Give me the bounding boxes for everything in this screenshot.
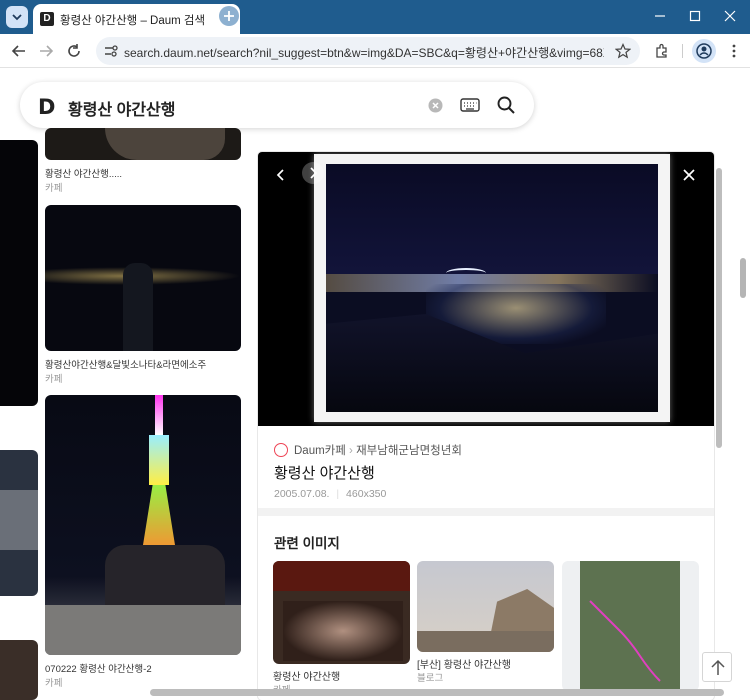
related-caption-1[interactable]: 황령산 야간산행 [273, 668, 340, 683]
result-source-1: 카페 [45, 183, 63, 194]
address-bar[interactable]: search.daum.net/search?nil_suggest=btn&w… [96, 37, 640, 65]
date-divider: | [336, 488, 340, 500]
extensions-icon[interactable] [653, 42, 671, 60]
cafe-logo-icon [274, 443, 288, 457]
viewer-date-size: 2005.07.08. | 460x350 [274, 488, 386, 500]
search-box[interactable]: D 황령산 야간산행 [20, 82, 534, 128]
viewer-size: 460x350 [346, 488, 387, 500]
next-arrow-icon [310, 167, 318, 179]
close-window-icon[interactable] [722, 8, 738, 24]
new-tab-button[interactable] [219, 6, 239, 26]
map-route-graphic [589, 600, 661, 682]
more-icon[interactable] [725, 42, 743, 60]
viewer-close-icon[interactable] [678, 164, 700, 186]
related-thumb-1[interactable] [273, 561, 410, 664]
result-thumb-2[interactable] [45, 205, 241, 351]
back-icon[interactable] [10, 42, 28, 60]
result-thumb-cutoff-3[interactable] [0, 640, 38, 700]
tab-search-icon[interactable] [6, 6, 28, 28]
next-arrow-button[interactable] [302, 162, 324, 184]
result-thumb-cutoff-1[interactable] [0, 140, 38, 406]
result-source-3: 카페 [45, 678, 63, 689]
page-viewport: D 황령산 야간산행 황령산 야간산행..... 카페 황령산야간산행&달빛소나… [0, 68, 750, 700]
tab-strip: D 황령산 야간산행 – Daum 검색 [0, 0, 750, 34]
viewer-title[interactable]: 황령산 야간산행 [274, 462, 375, 483]
search-input[interactable]: 황령산 야간산행 [68, 96, 176, 120]
viewer-photo-frame [314, 154, 670, 422]
viewer-scrollbar[interactable] [716, 168, 722, 448]
bookmark-star-icon[interactable] [615, 43, 631, 59]
result-thumb-3[interactable] [45, 395, 241, 655]
maximize-icon[interactable] [687, 8, 703, 24]
result-thumb-1[interactable] [45, 128, 241, 160]
source-name[interactable]: 재부남해군남면청년회 [356, 445, 462, 457]
profile-icon[interactable] [692, 39, 716, 63]
result-caption-2[interactable]: 황령산야간산행&달빛소나타&라면에소주 [45, 357, 206, 371]
scroll-top-button[interactable] [702, 652, 732, 682]
minimize-icon[interactable] [652, 8, 668, 24]
daum-logo[interactable]: D [38, 95, 55, 119]
keyboard-icon[interactable] [460, 97, 480, 113]
related-caption-2[interactable]: [부산] 황령산 야간산행 [417, 656, 511, 671]
page-scrollbar[interactable] [740, 258, 746, 298]
viewer-stage [258, 152, 714, 426]
forward-icon[interactable] [37, 42, 55, 60]
viewer-date: 2005.07.08. [274, 488, 330, 500]
related-source-2: 블로그 [417, 673, 444, 684]
result-caption-3[interactable]: 070222 황령산 야간산행-2 [45, 661, 152, 675]
section-divider [258, 508, 714, 516]
source-separator: › [349, 445, 353, 457]
toolbar-divider [682, 44, 683, 58]
search-icon[interactable] [496, 95, 516, 115]
related-heading: 관련 이미지 [274, 536, 340, 551]
clear-icon[interactable] [428, 98, 443, 113]
plus-icon [224, 11, 234, 21]
viewer-photo[interactable] [326, 164, 658, 412]
viewer-source[interactable]: Daum카페 › 재부남해군남면청년회 [274, 442, 462, 458]
url-text: search.daum.net/search?nil_suggest=btn&w… [124, 46, 604, 60]
related-thumb-3[interactable] [562, 561, 699, 691]
result-source-2: 카페 [45, 374, 63, 385]
source-site[interactable]: Daum카페 [294, 445, 346, 457]
image-viewer: Daum카페 › 재부남해군남면청년회 황령산 야간산행 2005.07.08.… [258, 152, 714, 700]
site-info-icon[interactable] [103, 43, 119, 59]
daum-favicon-icon: D [40, 12, 54, 26]
related-thumb-2[interactable] [417, 561, 554, 652]
result-caption-1[interactable]: 황령산 야간산행..... [45, 166, 122, 180]
arrow-up-icon [711, 659, 725, 675]
browser-toolbar: search.daum.net/search?nil_suggest=btn&w… [0, 34, 750, 68]
prev-arrow-icon[interactable] [270, 164, 292, 186]
active-tab[interactable]: D 황령산 야간산행 – Daum 검색 [33, 4, 240, 34]
result-thumb-cutoff-2[interactable] [0, 450, 38, 596]
reload-icon[interactable] [65, 42, 83, 60]
tab-title: 황령산 야간산행 – Daum 검색 [60, 15, 206, 27]
horizontal-scrollbar[interactable] [150, 689, 724, 696]
